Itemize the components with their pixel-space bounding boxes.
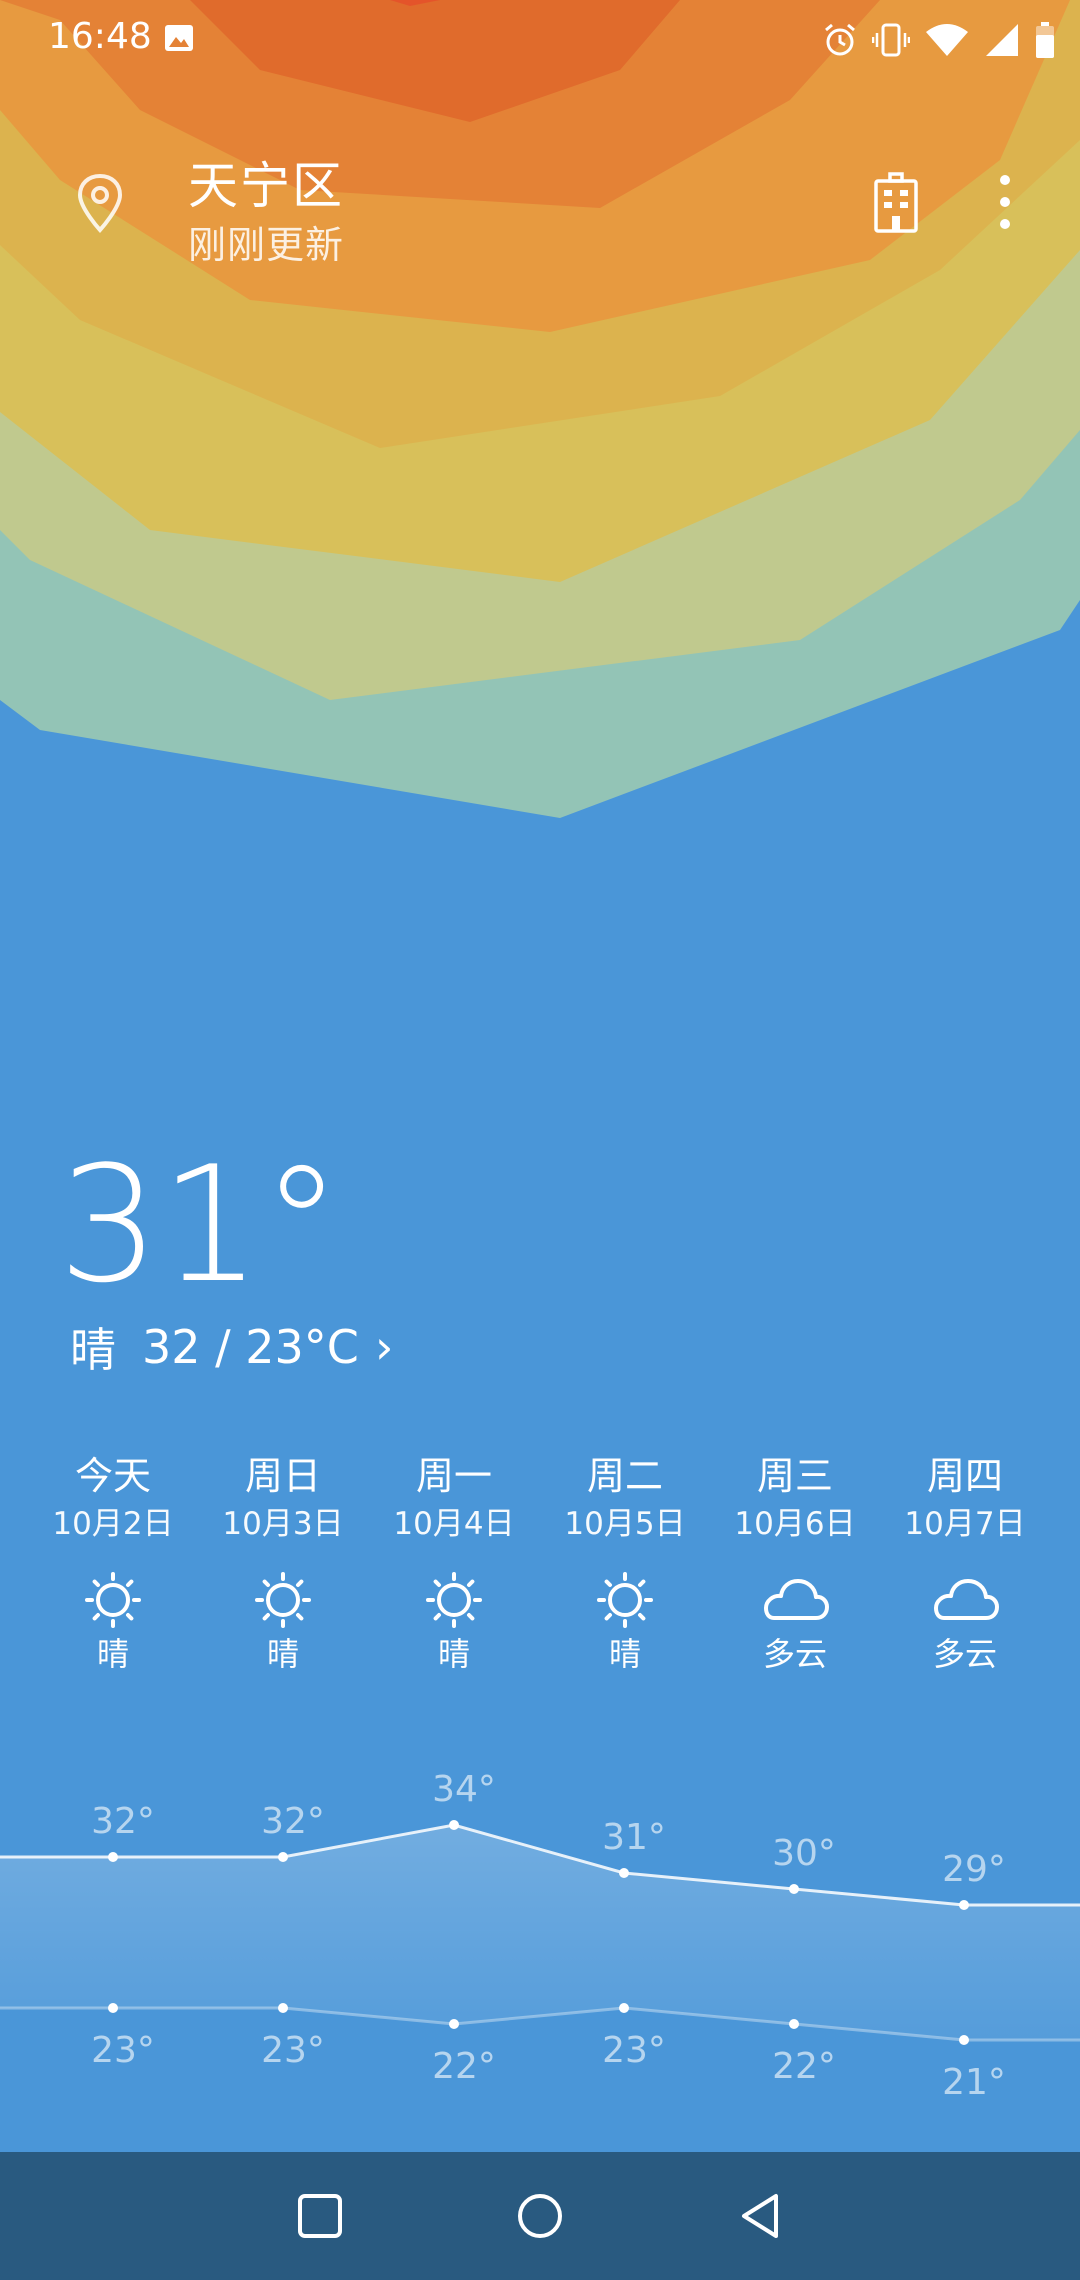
high-temp-label: 30°	[772, 1833, 836, 1874]
day-name: 周三	[756, 1454, 833, 1498]
day-date: 10月7日	[904, 1506, 1026, 1542]
high-temp-label: 34°	[432, 1769, 496, 1810]
low-temp-point	[449, 2019, 459, 2029]
back-triangle-icon[interactable]	[734, 2188, 790, 2244]
today-summary[interactable]: 晴 32 / 23°C ›	[70, 1312, 393, 1382]
high-temp-point	[789, 1884, 799, 1894]
high-temp-label: 31°	[602, 1817, 666, 1858]
forecast-day: 周二 10月5日 晴	[550, 1450, 700, 1676]
low-temp-point	[278, 2003, 288, 2013]
signal-icon	[986, 24, 1018, 56]
day-name: 周一	[415, 1454, 492, 1498]
sun-icon	[426, 1572, 482, 1628]
building-icon[interactable]	[870, 172, 922, 234]
high-temp-point	[449, 1820, 459, 1830]
cloud-icon	[764, 1579, 829, 1620]
day-date: 10月5日	[564, 1506, 686, 1542]
forecast-day: 周三 10月6日 多云	[720, 1450, 870, 1676]
forecast-day: 周日 10月3日 晴	[208, 1450, 358, 1676]
high-temp-label: 32°	[261, 1801, 325, 1842]
high-temp-point	[959, 1900, 969, 1910]
day-date: 10月3日	[222, 1506, 344, 1542]
sun-icon	[597, 1572, 653, 1628]
daily-forecast: 今天 10月2日 晴 周日 10月3日 晴 周一 10月4日 晴 周二 10月5…	[0, 1450, 1080, 1690]
day-name: 周二	[586, 1454, 663, 1498]
temperature-chart: 32° 32° 34° 31° 30° 29° 23° 23° 22° 23° 22° 21°	[0, 1769, 1080, 2103]
day-condition: 晴	[96, 1635, 129, 1673]
low-temp-label: 23°	[602, 2030, 666, 2071]
more-vertical-icon[interactable]	[990, 172, 1020, 232]
day-condition: 晴	[608, 1635, 641, 1673]
navigation-bar	[0, 2152, 1080, 2280]
alarm-icon	[825, 23, 855, 56]
sun-icon	[255, 1572, 311, 1628]
day-condition: 晴	[437, 1635, 470, 1673]
forecast-day: 周一 10月4日 晴	[379, 1450, 529, 1676]
day-date: 10月6日	[734, 1506, 856, 1542]
high-temp-point	[278, 1852, 288, 1862]
current-temperature: 31°	[58, 1131, 342, 1318]
low-temp-label: 22°	[772, 2046, 836, 2087]
home-circle-icon[interactable]	[512, 2188, 568, 2244]
day-date: 10月2日	[52, 1506, 174, 1542]
day-name: 周日	[244, 1454, 321, 1498]
day-condition: 多云	[932, 1635, 997, 1673]
status-icons	[822, 18, 1056, 62]
low-temp-point	[789, 2019, 799, 2029]
chevron-right-icon: ›	[374, 1320, 394, 1374]
forecast-day: 今天 10月2日 晴	[38, 1450, 188, 1676]
low-temp-label: 23°	[261, 2030, 325, 2071]
low-temp-label: 21°	[942, 2062, 1006, 2103]
vibrate-icon	[872, 23, 910, 57]
status-time: 16:48	[48, 16, 152, 57]
day-name: 周四	[926, 1454, 1003, 1498]
weather-background	[0, 0, 1080, 818]
current-condition: 晴	[70, 1323, 116, 1377]
low-temp-point	[959, 2035, 969, 2045]
day-condition: 多云	[762, 1635, 827, 1673]
battery-icon	[1036, 22, 1054, 58]
high-temp-label: 29°	[942, 1849, 1006, 1890]
high-temp-label: 32°	[91, 1801, 155, 1842]
sun-icon	[85, 1572, 141, 1628]
day-date: 10月4日	[393, 1506, 515, 1542]
temperature-range: 32 / 23°C	[142, 1320, 359, 1374]
low-temp-label: 23°	[91, 2030, 155, 2071]
wifi-icon	[926, 24, 968, 56]
image-icon	[165, 25, 193, 51]
day-name: 今天	[74, 1454, 151, 1498]
high-temp-point	[619, 1868, 629, 1878]
city-name[interactable]: 天宁区	[188, 146, 344, 218]
low-temp-label: 22°	[432, 2046, 496, 2087]
recents-square-icon[interactable]	[292, 2188, 348, 2244]
day-condition: 晴	[266, 1635, 299, 1673]
location-pin-icon[interactable]	[74, 172, 126, 234]
forecast-day: 周四 10月7日 多云	[890, 1450, 1040, 1676]
high-temp-point	[108, 1852, 118, 1862]
update-status: 刚刚更新	[188, 223, 345, 267]
low-temp-point	[108, 2003, 118, 2013]
cloud-icon	[934, 1579, 999, 1620]
status-bar: 16:48	[0, 0, 1080, 80]
low-temp-point	[619, 2003, 629, 2013]
